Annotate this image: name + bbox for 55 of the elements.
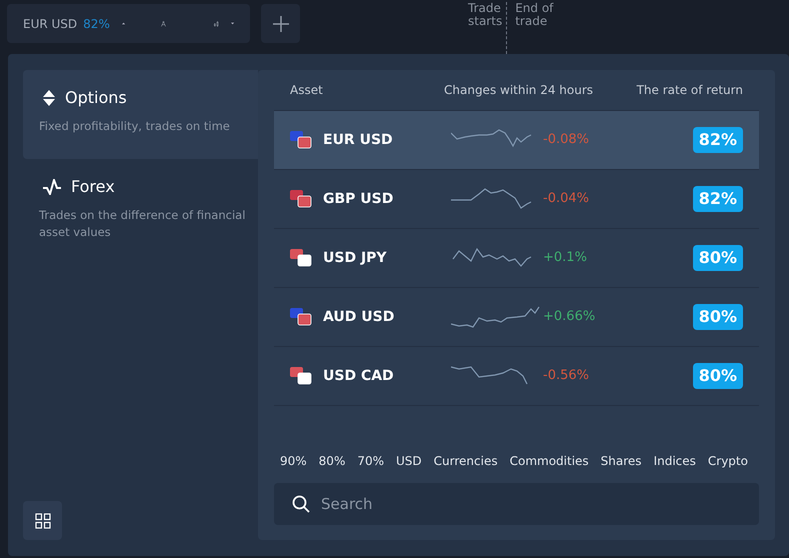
filter-tab[interactable]: Commodities <box>510 452 589 470</box>
flags-icon <box>290 131 312 149</box>
column-header: Asset <box>289 82 324 99</box>
asset-row[interactable]: GBP USD -0.04% 82% <box>274 170 759 229</box>
flags-icon <box>290 190 312 208</box>
change-value: -0.04% <box>543 190 589 208</box>
up-down-arrows-icon <box>43 90 55 106</box>
return-badge: 80% <box>692 363 743 389</box>
change-value: +0.66% <box>543 308 596 326</box>
asset-name: EUR USD <box>323 130 394 150</box>
change-value: -0.56% <box>543 367 589 386</box>
flags-icon <box>290 367 312 385</box>
category-item[interactable]: Options Fixed profitability, trades on time <box>23 70 258 159</box>
filter-tab[interactable]: USD <box>396 452 422 470</box>
flags-icon <box>290 249 312 267</box>
column-header: Changes within 24 hours <box>444 82 594 99</box>
trade-start-label: Trade starts <box>468 2 504 30</box>
asset-row[interactable]: USD CAD -0.56% 80% <box>274 347 759 406</box>
filter-tab[interactable]: Crypto <box>708 452 748 470</box>
asset-name: GBP USD <box>323 190 394 208</box>
category-title: Options <box>65 87 127 109</box>
return-badge: 80% <box>692 304 743 330</box>
add-button[interactable] <box>261 4 300 43</box>
search-field[interactable]: Search <box>274 483 759 525</box>
return-badge: 82% <box>692 186 743 212</box>
grid-view-button[interactable] <box>23 501 62 540</box>
asset-label[interactable]: EUR USD <box>23 14 78 32</box>
asset-row[interactable]: AUD USD +0.66% 80% <box>274 288 759 347</box>
category-item[interactable]: Forex Trades on the difference of financial asset values <box>23 159 258 248</box>
search-icon <box>292 495 310 513</box>
category-description: Fixed profitability, trades on time <box>39 118 231 135</box>
category-title: Forex <box>71 176 115 198</box>
asset-row[interactable]: EUR USD -0.08% 82% <box>274 111 759 170</box>
flags-icon <box>290 308 312 326</box>
change-value: -0.08% <box>543 131 589 150</box>
filter-tab[interactable]: 80% <box>318 452 346 470</box>
plus-icon <box>272 16 288 32</box>
filter-tab[interactable]: Shares <box>600 452 642 470</box>
return-badge: 82% <box>692 127 743 153</box>
pulse-line-icon <box>43 179 61 195</box>
column-header: The rate of return <box>636 82 744 99</box>
payout-label: 82% <box>83 16 110 32</box>
asset-name: USD JPY <box>323 248 388 268</box>
asset-name: AUD USD <box>323 308 396 326</box>
filter-tab[interactable]: Currencies <box>434 452 498 470</box>
grid-icon <box>34 512 50 528</box>
filter-tab[interactable]: 90% <box>280 452 307 470</box>
category-description: Trades on the difference of financial asset values <box>39 207 246 241</box>
trade-end-label: End of trade <box>514 2 554 30</box>
asset-row[interactable]: USD JPY +0.1% 80% <box>274 229 759 288</box>
change-value: +0.1% <box>543 249 587 268</box>
return-badge: 80% <box>692 245 743 271</box>
filter-tab[interactable]: Indices <box>654 452 696 470</box>
filter-tab[interactable]: 70% <box>357 452 384 470</box>
asset-name: USD CAD <box>323 366 395 386</box>
